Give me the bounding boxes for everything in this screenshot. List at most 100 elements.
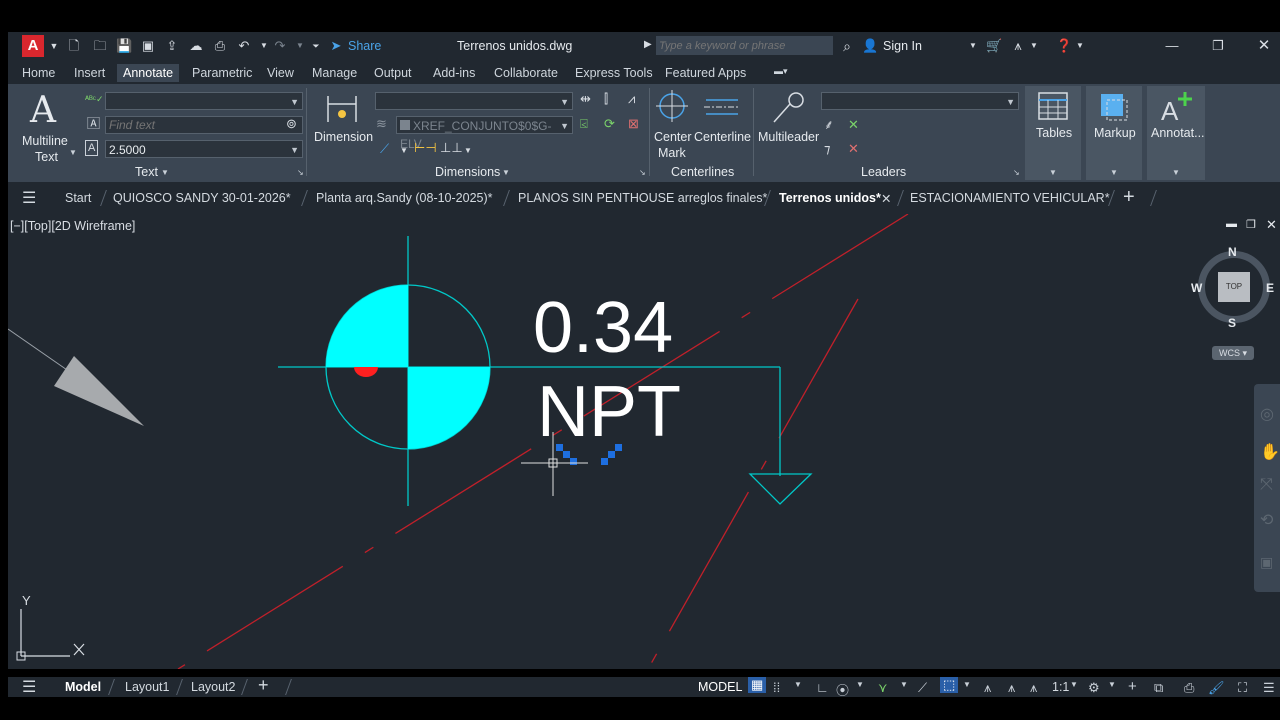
multileader-style-select[interactable]: ▼ xyxy=(821,92,1019,110)
tab-model[interactable]: Model xyxy=(65,680,101,694)
annotate-dropdown-icon[interactable]: ▼ xyxy=(1172,168,1180,177)
dimension-break-icon[interactable]: ⇹ xyxy=(580,92,591,106)
dimensions-panel-dropdown-icon[interactable]: ▼ xyxy=(502,168,510,177)
tab-manage[interactable]: Manage xyxy=(312,66,357,80)
redo-icon[interactable]: ↷ xyxy=(272,38,288,54)
inspect-icon[interactable]: ⍃ xyxy=(580,117,588,131)
reassociate-icon[interactable]: ⊠ xyxy=(628,117,639,131)
customization-icon[interactable]: ☰ xyxy=(1263,680,1275,696)
ortho-icon[interactable]: ∟ xyxy=(816,680,829,695)
find-replace-icon[interactable]: ⊚ xyxy=(286,117,297,131)
tables-dropdown-icon[interactable]: ▼ xyxy=(1049,168,1057,177)
tab-terrenos-unidos[interactable]: Terrenos unidos* xyxy=(779,191,881,205)
snap-icon[interactable]: ⁞⁞ xyxy=(773,680,780,695)
viewcube-top-face[interactable]: TOP xyxy=(1218,272,1250,302)
dimensions-panel-launcher-icon[interactable]: ↘ xyxy=(639,168,646,177)
tab-view[interactable]: View xyxy=(267,66,294,80)
layer-stack-icon[interactable]: ≋ xyxy=(376,117,387,131)
compass-east[interactable]: E xyxy=(1266,281,1274,295)
search-icon[interactable]: ⌕ xyxy=(839,38,855,54)
dimension-button[interactable]: Dimension xyxy=(312,88,373,148)
isodraft-dropdown-icon[interactable]: ▼ xyxy=(900,680,908,689)
grid-icon[interactable]: ▦ xyxy=(748,677,767,693)
baseline-dropdown-icon[interactable]: ▼ xyxy=(464,144,472,158)
save-icon[interactable]: 💾 xyxy=(116,38,132,54)
object-snap-dropdown-icon[interactable]: ▼ xyxy=(963,680,971,689)
find-text-icon[interactable]: 🄰 xyxy=(87,117,100,131)
model-space-button[interactable]: MODEL xyxy=(698,680,742,694)
auto-scale-icon[interactable]: ⩚ xyxy=(1008,680,1015,696)
object-snap-icon[interactable]: ⬚ xyxy=(940,677,959,693)
text-panel-launcher-icon[interactable]: ↘ xyxy=(297,168,304,177)
spell-check-icon[interactable]: ᴬᴮᶜ✓ xyxy=(85,92,104,106)
autocad-logo[interactable]: A xyxy=(22,35,44,57)
centerlines-panel-title[interactable]: Centerlines xyxy=(671,165,734,179)
tab-output[interactable]: Output xyxy=(374,66,412,80)
tab-planos-sin-penthouse[interactable]: PLANOS SIN PENTHOUSE arreglos finales* xyxy=(518,191,767,205)
open-folder-icon[interactable]: 🗀 xyxy=(92,38,108,54)
print-icon[interactable]: ⎙ xyxy=(212,38,228,54)
remove-leader-icon[interactable]: ✕ xyxy=(848,118,859,132)
text-height-select[interactable]: 2.5000 ▼ xyxy=(105,140,303,158)
annotation-scale-value[interactable]: 1:1 xyxy=(1052,680,1069,694)
units-icon[interactable]: ⧉ xyxy=(1154,680,1163,696)
snap-dropdown-icon[interactable]: ▼ xyxy=(794,680,802,689)
share-button[interactable]: Share xyxy=(348,39,381,53)
compass-north[interactable]: N xyxy=(1228,245,1237,259)
drawing-viewport[interactable]: [−][Top][2D Wireframe] ▬ ❐ ✕ 0.34 NPT Y … xyxy=(8,214,1280,669)
user-icon[interactable]: 👤 xyxy=(862,38,878,54)
share-icon[interactable]: ➤ xyxy=(328,38,344,54)
sign-in-button[interactable]: Sign In xyxy=(883,39,922,53)
polar-icon[interactable]: ⦿ xyxy=(836,680,849,699)
polar-dropdown-icon[interactable]: ▼ xyxy=(856,680,864,689)
showmotion-icon[interactable]: ▣ xyxy=(1260,554,1273,571)
zoom-extents-icon[interactable]: ⤧ xyxy=(1260,476,1273,494)
tab-collaborate[interactable]: Collaborate xyxy=(494,66,558,80)
tab-insert[interactable]: Insert xyxy=(74,66,105,80)
logo-dropdown-icon[interactable]: ▼ xyxy=(46,38,62,54)
text-height-icon[interactable]: A xyxy=(85,140,99,156)
close-window-icon[interactable]: ✕ xyxy=(1256,38,1272,54)
layout-menu-icon[interactable]: ☰ xyxy=(22,677,36,697)
dimension-layer-select[interactable]: XREF_CONJUNTO$0$G-ELV ▼ xyxy=(396,116,573,151)
publish-icon[interactable]: ⇪ xyxy=(164,38,180,54)
markup-dropdown-icon[interactable]: ▼ xyxy=(1110,168,1118,177)
annotation-scale-icon[interactable]: ⩚ xyxy=(1030,680,1037,696)
autodesk-a360-icon[interactable]: ⩚ xyxy=(1010,38,1026,54)
help-dropdown-icon[interactable]: ▼ xyxy=(1072,38,1088,54)
pan-icon[interactable]: ✋ xyxy=(1260,442,1280,462)
text-style-select[interactable]: ▼ xyxy=(105,92,303,110)
multileader-button[interactable]: Multileader xyxy=(756,88,820,148)
customize-toolbar-icon[interactable]: ⏷ xyxy=(308,38,324,54)
new-file-icon[interactable]: 🗋 xyxy=(66,38,82,54)
clean-screen-icon[interactable]: ⛶ xyxy=(1238,680,1247,696)
isolate-objects-icon[interactable]: 🖌 xyxy=(1208,680,1225,696)
hardware-acceleration-icon[interactable]: ⎙ xyxy=(1184,680,1194,696)
undo-dropdown-icon[interactable]: ▼ xyxy=(256,38,272,54)
workspace-dropdown-icon[interactable]: ▼ xyxy=(1108,680,1116,689)
tab-express-tools[interactable]: Express Tools xyxy=(575,66,653,80)
annotation-visibility-icon[interactable]: ⩚ xyxy=(984,680,991,696)
quick-dimension-icon[interactable]: ⟋ xyxy=(380,142,389,156)
tab-quiosco-sandy[interactable]: QUIOSCO SANDY 30-01-2026* xyxy=(113,191,291,205)
file-tabs-menu-icon[interactable]: ☰ xyxy=(22,188,36,208)
tab-home[interactable]: Home xyxy=(22,66,55,80)
leaders-panel-launcher-icon[interactable]: ↘ xyxy=(1013,168,1020,177)
align-leader-icon[interactable]: ⁊ xyxy=(824,142,830,156)
dimensions-panel-title[interactable]: Dimensions xyxy=(435,165,500,179)
annotation-scale-dropdown-icon[interactable]: ▼ xyxy=(1070,680,1078,689)
a360-dropdown-icon[interactable]: ▼ xyxy=(1026,38,1042,54)
search-input[interactable] xyxy=(656,36,833,55)
help-icon[interactable]: ❓ xyxy=(1056,38,1072,54)
multiline-text-dropdown-icon[interactable]: ▼ xyxy=(69,148,77,157)
isodraft-icon[interactable]: ⋎ xyxy=(878,680,888,696)
viewcube[interactable]: TOP N S W E xyxy=(1191,245,1274,330)
tab-layout2[interactable]: Layout2 xyxy=(191,680,235,694)
workspace-gear-icon[interactable]: ⚙ xyxy=(1088,680,1100,696)
adjust-space-icon[interactable]: ⫿ xyxy=(604,92,608,106)
text-panel-title[interactable]: Text xyxy=(135,165,158,179)
navigation-bar[interactable]: ◎ ✋ ⤧ ⟲ ▣ xyxy=(1254,384,1280,592)
tab-estacionamiento-vehicular[interactable]: ESTACIONAMIENTO VEHICULAR* xyxy=(910,191,1110,205)
close-tab-icon[interactable]: ✕ xyxy=(881,191,891,206)
wcs-menu[interactable]: WCS ▾ xyxy=(1212,346,1254,360)
